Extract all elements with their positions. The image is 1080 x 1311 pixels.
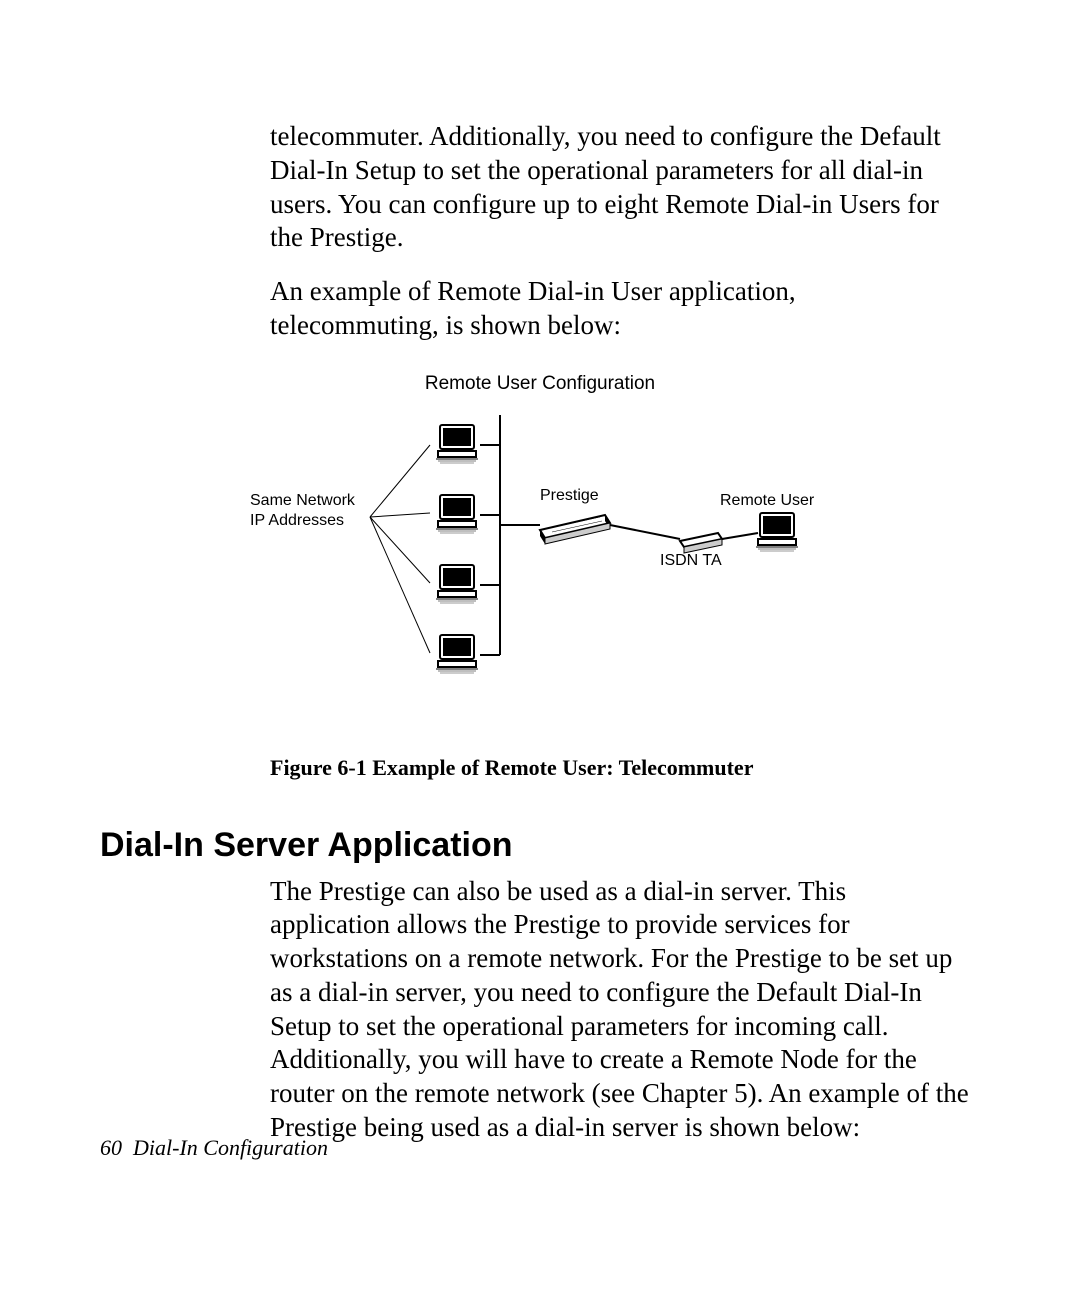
network-diagram: Same Network IP Addresses Prestige Remot… (240, 405, 840, 705)
prestige-router-icon (540, 515, 610, 544)
body-text-block: telecommuter. Additionally, you need to … (270, 120, 970, 343)
label-prestige: Prestige (540, 487, 599, 504)
diagram-title: Remote User Configuration (100, 373, 980, 395)
isdn-ta-icon (680, 533, 722, 553)
label-ip-addresses: IP Addresses (250, 512, 344, 529)
diagram-container: Remote User Configuration (100, 373, 980, 705)
label-same-network: Same Network (250, 492, 356, 509)
label-isdn-ta: ISDN TA (660, 552, 722, 569)
section-heading: Dial-In Server Application (100, 826, 980, 865)
label-remote-user: Remote User (720, 492, 815, 509)
body-text-block-2: The Prestige can also be used as a dial-… (270, 875, 970, 1145)
paragraph-1: telecommuter. Additionally, you need to … (270, 120, 970, 255)
page: telecommuter. Additionally, you need to … (0, 0, 1080, 1311)
page-footer: 60 Dial-In Configuration (100, 1135, 328, 1161)
paragraph-2: An example of Remote Dial-in User applic… (270, 275, 970, 343)
figure-caption: Figure 6-1 Example of Remote User: Telec… (270, 755, 980, 781)
footer-section: Dial-In Configuration (133, 1135, 328, 1160)
paragraph-3: The Prestige can also be used as a dial-… (270, 875, 970, 1145)
page-number: 60 (100, 1135, 122, 1160)
